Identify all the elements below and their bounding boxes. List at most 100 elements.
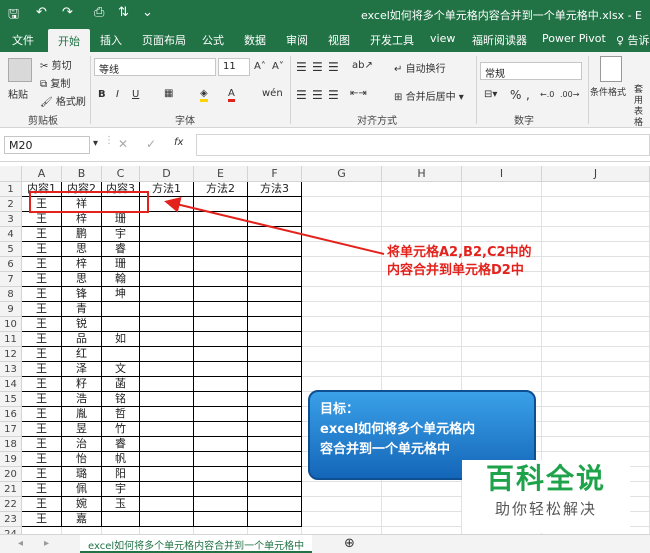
row-header[interactable]: 11 (0, 332, 22, 347)
cell[interactable] (302, 182, 382, 197)
cell[interactable] (248, 527, 302, 534)
cell[interactable] (140, 317, 194, 332)
sort-icon[interactable]: ⇅ (118, 5, 129, 20)
cell[interactable]: 珊 (102, 257, 140, 272)
cell[interactable] (382, 512, 462, 527)
cell[interactable] (542, 437, 650, 452)
cell[interactable] (248, 332, 302, 347)
cell[interactable] (194, 362, 248, 377)
cell[interactable] (302, 527, 382, 534)
paste-button[interactable]: 粘贴 (8, 86, 28, 101)
cell[interactable] (194, 527, 248, 534)
cell[interactable]: 睿 (102, 437, 140, 452)
tab-page-layout[interactable]: 页面布局 (142, 32, 186, 48)
cell[interactable] (194, 497, 248, 512)
column-header[interactable]: E (194, 166, 248, 182)
cell[interactable]: 王 (22, 272, 62, 287)
cell[interactable]: 王 (22, 257, 62, 272)
cell[interactable]: 鹏 (62, 227, 102, 242)
underline-button[interactable]: U (132, 89, 139, 100)
cell[interactable] (140, 227, 194, 242)
cell[interactable] (248, 377, 302, 392)
cell[interactable] (248, 197, 302, 212)
cell[interactable]: 王 (22, 497, 62, 512)
border-icon[interactable]: ▦ (164, 88, 173, 99)
column-header[interactable]: D (140, 166, 194, 182)
row-header[interactable]: 3 (0, 212, 22, 227)
cell[interactable]: 王 (22, 392, 62, 407)
cut-button[interactable]: ✂ 剪切 (40, 57, 72, 72)
row-header[interactable]: 18 (0, 437, 22, 452)
cell[interactable] (140, 212, 194, 227)
cell[interactable]: 佩 (62, 482, 102, 497)
indent-icon[interactable]: ⇤⇥ (350, 88, 367, 99)
cell[interactable]: 王 (22, 287, 62, 302)
cell[interactable] (302, 197, 382, 212)
align-middle-icon[interactable]: ☰ (312, 60, 323, 74)
undo-icon[interactable]: ↶ (36, 5, 47, 20)
cell[interactable]: 王 (22, 227, 62, 242)
cell[interactable] (542, 347, 650, 362)
cell[interactable] (542, 302, 650, 317)
name-box-dropdown-icon[interactable]: ▾ (93, 138, 98, 149)
cell[interactable] (248, 317, 302, 332)
align-left-icon[interactable]: ☰ (296, 88, 307, 102)
cell[interactable] (102, 512, 140, 527)
tab-formulas[interactable]: 公式 (202, 32, 224, 48)
cell[interactable] (140, 497, 194, 512)
cell[interactable] (542, 377, 650, 392)
cell[interactable] (542, 227, 650, 242)
cell[interactable]: 内容1 (22, 182, 62, 197)
cell[interactable] (382, 317, 462, 332)
column-header[interactable]: I (462, 166, 542, 182)
italic-button[interactable]: I (116, 89, 119, 100)
column-header[interactable]: G (302, 166, 382, 182)
cell[interactable] (194, 227, 248, 242)
grow-font-icon[interactable]: A˄ (254, 61, 266, 72)
row-header[interactable]: 16 (0, 407, 22, 422)
cell[interactable]: 王 (22, 407, 62, 422)
row-header[interactable]: 21 (0, 482, 22, 497)
cancel-icon[interactable]: ✕ (118, 137, 128, 151)
cell[interactable]: 坤 (102, 287, 140, 302)
cell[interactable] (140, 332, 194, 347)
cell[interactable] (382, 302, 462, 317)
increase-decimal-icon[interactable]: ←.0 (540, 90, 554, 99)
row-header[interactable]: 9 (0, 302, 22, 317)
cell[interactable] (102, 347, 140, 362)
cell[interactable] (462, 347, 542, 362)
font-name-select[interactable]: 等线 (94, 58, 216, 76)
cell[interactable] (302, 227, 382, 242)
cell[interactable] (248, 272, 302, 287)
cell[interactable] (248, 482, 302, 497)
cell[interactable]: 睿 (102, 242, 140, 257)
cell[interactable] (542, 257, 650, 272)
cell[interactable]: 内容2 (62, 182, 102, 197)
cell[interactable]: 品 (62, 332, 102, 347)
cell[interactable] (194, 257, 248, 272)
cell[interactable]: 珊 (102, 212, 140, 227)
cell[interactable]: 文 (102, 362, 140, 377)
cell[interactable] (462, 287, 542, 302)
cell[interactable] (302, 347, 382, 362)
cell[interactable] (542, 407, 650, 422)
formula-input[interactable] (196, 134, 650, 156)
cell[interactable] (248, 452, 302, 467)
row-header[interactable]: 19 (0, 452, 22, 467)
cell[interactable] (194, 467, 248, 482)
align-bottom-icon[interactable]: ☰ (328, 60, 339, 74)
sheet-tab[interactable]: excel如何将多个单元格内容合并到一个单元格中 (80, 535, 313, 553)
cell[interactable] (302, 497, 382, 512)
cell[interactable]: 王 (22, 242, 62, 257)
cell[interactable]: 哲 (102, 407, 140, 422)
tab-tell-me[interactable]: ♀ 告诉 (616, 32, 650, 48)
cell[interactable] (542, 287, 650, 302)
cell[interactable]: 方法1 (140, 182, 194, 197)
cell[interactable] (302, 302, 382, 317)
cell[interactable] (382, 332, 462, 347)
cell[interactable] (248, 257, 302, 272)
cell[interactable]: 昱 (62, 422, 102, 437)
cell[interactable] (194, 422, 248, 437)
phonetic-icon[interactable]: wén (262, 88, 283, 99)
shrink-font-icon[interactable]: A˅ (272, 61, 284, 72)
